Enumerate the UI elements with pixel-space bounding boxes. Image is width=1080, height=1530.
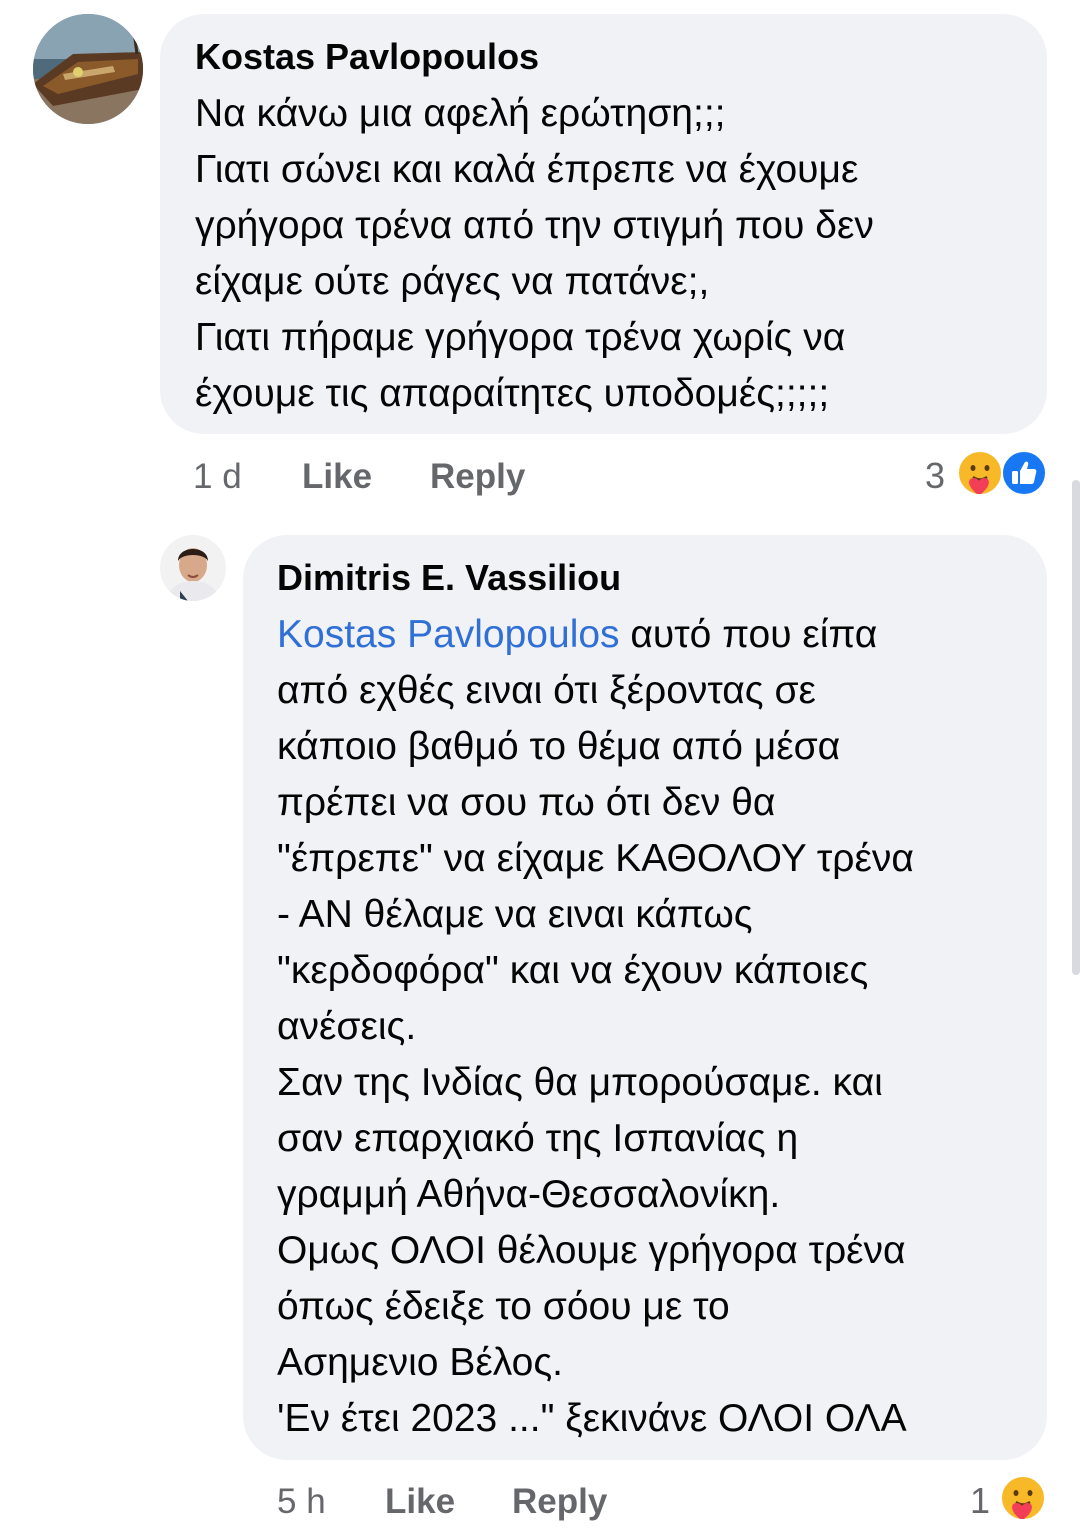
comment-line: γραμμή Αθήνα-Θεσσαλονίκη. — [277, 1173, 781, 1216]
care-icon[interactable] — [1000, 1475, 1046, 1521]
comment-line: - ΑΝ θέλαμε να ειναι κάπως — [277, 893, 753, 936]
comment-bubble: Kostas Pavlopoulos Να κάνω μια αφελή ερώ… — [160, 14, 1047, 434]
comment-line: Να κάνω μια αφελή ερώτηση;;; — [195, 92, 726, 135]
comment-timestamp[interactable]: 5 h — [277, 1482, 326, 1522]
comment-timestamp[interactable]: 1 d — [193, 457, 242, 497]
comment-line: γρήγορα τρένα από την στιγμή που δεν — [195, 204, 874, 247]
comment-line-rest: αυτό που είπα — [619, 613, 878, 656]
reply-button[interactable]: Reply — [430, 457, 525, 497]
scrollbar[interactable] — [1072, 480, 1080, 975]
reply-button[interactable]: Reply — [512, 1482, 607, 1522]
like-button[interactable]: Like — [385, 1482, 455, 1522]
avatar-kostas[interactable] — [33, 14, 143, 124]
comment-line: πρέπει να σου πω ότι δεν θα — [277, 781, 776, 824]
comment-line: όπως έδειξε το σόου με το — [277, 1285, 730, 1328]
care-icon[interactable] — [957, 450, 1003, 496]
comment-author[interactable]: Dimitris E. Vassiliou — [277, 557, 621, 599]
comment-author[interactable]: Kostas Pavlopoulos — [195, 36, 539, 78]
comment-line: 'Εν έτει 2023 ..." ξεκινάνε ΟΛΟΙ ΟΛΑ — [277, 1397, 907, 1440]
comment-line: Γιατι σώνει και καλά έπρεπε να έχουμε — [195, 148, 859, 191]
avatar-dimitris[interactable] — [160, 535, 226, 601]
reaction-count[interactable]: 3 — [925, 455, 945, 497]
comment-line: Ασημενιο Βέλος. — [277, 1341, 563, 1384]
comment-line: Ομως ΟΛΟΙ θέλουμε γρήγορα τρένα — [277, 1229, 906, 1272]
comment-line: έχουμε τις απαραίτητες υποδομές;;;;; — [195, 372, 830, 415]
comment-line: "κερδοφόρα" και να έχουν κάποιες — [277, 949, 869, 992]
comment-text: Να κάνω μια αφελή ερώτηση;;; Γιατι σώνει… — [195, 86, 874, 422]
comment-line: "έπρεπε" να είχαμε ΚΑΘΟΛΟΥ τρένα — [277, 837, 914, 880]
comment-line: Kostas Pavlopoulos αυτό που είπα — [277, 607, 914, 663]
comment-line: από εχθές ειναι ότι ξέροντας σε — [277, 669, 816, 712]
like-icon[interactable] — [1001, 450, 1047, 496]
comment-line: κάποιο βαθμό το θέμα από μέσα — [277, 725, 841, 768]
comment-bubble: Dimitris E. Vassiliou Kostas Pavlopoulos… — [243, 535, 1047, 1460]
comment-line: σαν επαρχιακό της Ισπανίας η — [277, 1117, 799, 1160]
person-photo-icon — [160, 535, 226, 601]
comment-line: Σαν της Ινδίας θα μπορούσαμε. και — [277, 1061, 883, 1104]
comment-line: ανέσεις. — [277, 1005, 417, 1048]
like-button[interactable]: Like — [302, 457, 372, 497]
comment-line: είχαμε ούτε ράγες να πατάνε;, — [195, 260, 710, 303]
reaction-count[interactable]: 1 — [970, 1480, 990, 1522]
boat-photo-icon — [33, 14, 143, 124]
comment-line: Γιατι πήραμε γρήγορα τρένα χωρίς να — [195, 316, 846, 359]
comment-text: Kostas Pavlopoulos αυτό που είπα από εχθ… — [277, 607, 914, 1447]
mention-link[interactable]: Kostas Pavlopoulos — [277, 613, 620, 656]
